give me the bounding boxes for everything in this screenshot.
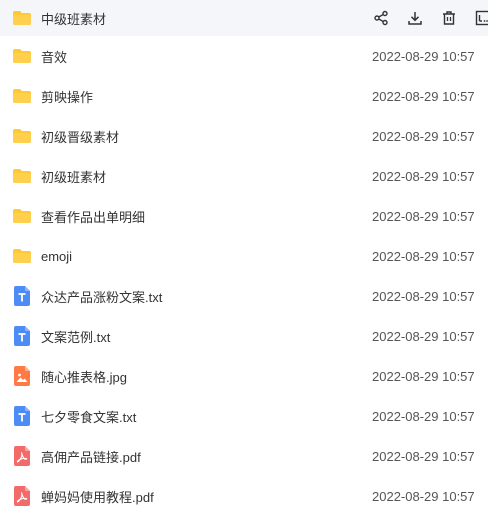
file-date: 2022-08-29 10:57: [372, 368, 475, 384]
file-row-4[interactable]: 初级班素材 2022-08-29 10:57: [0, 156, 488, 196]
image-file-icon: [12, 366, 32, 386]
file-row-6[interactable]: emoji 2022-08-29 10:57: [0, 236, 488, 276]
file-date: 2022-08-29 10:57: [372, 168, 475, 184]
file-name: 七夕零食文案.txt: [41, 409, 137, 425]
file-row-2[interactable]: 剪映操作 2022-08-29 10:57: [0, 76, 488, 116]
file-row-0[interactable]: 中级班素材: [0, 0, 488, 36]
file-name: 中级班素材: [41, 11, 107, 27]
file-date: 2022-08-29 10:57: [372, 488, 475, 504]
file-row-9[interactable]: 随心推表格.jpg 2022-08-29 10:57: [0, 356, 488, 396]
file-date: 2022-08-29 10:57: [372, 88, 475, 104]
file-row-1[interactable]: 音效 2022-08-29 10:57: [0, 36, 488, 76]
folder-icon: [12, 46, 32, 66]
file-name: 剪映操作: [41, 89, 94, 105]
share-icon[interactable]: [370, 8, 392, 28]
file-name: 高佣产品链接.pdf: [41, 449, 141, 465]
file-row-7[interactable]: 众达产品涨粉文案.txt 2022-08-29 10:57: [0, 276, 488, 316]
file-name: 众达产品涨粉文案.txt: [41, 289, 163, 305]
file-row-11[interactable]: 高佣产品链接.pdf 2022-08-29 10:57: [0, 436, 488, 476]
file-date: 2022-08-29 10:57: [372, 448, 475, 464]
more-icon[interactable]: [472, 8, 488, 28]
folder-icon: [12, 8, 32, 28]
file-row-12[interactable]: 蝉妈妈使用教程.pdf 2022-08-29 10:57: [0, 476, 488, 516]
file-row-8[interactable]: 文案范例.txt 2022-08-29 10:57: [0, 316, 488, 356]
delete-icon[interactable]: [438, 8, 460, 28]
file-date: 2022-08-29 10:57: [372, 248, 475, 264]
file-row-10[interactable]: 七夕零食文案.txt 2022-08-29 10:57: [0, 396, 488, 436]
file-name: 随心推表格.jpg: [41, 369, 127, 385]
file-date: 2022-08-29 10:57: [372, 288, 475, 304]
file-date: 2022-08-29 10:57: [372, 48, 475, 64]
row-actions: [370, 8, 488, 28]
file-date: 2022-08-29 10:57: [372, 208, 475, 224]
folder-icon: [12, 206, 32, 226]
txt-file-icon: [12, 406, 32, 426]
file-date: 2022-08-29 10:57: [372, 328, 475, 344]
folder-icon: [12, 246, 32, 266]
file-list: 中级班素材 音效 2022-08-29 10:57 剪映操作 2022-08-2…: [0, 0, 488, 516]
file-name: 初级晋级素材: [41, 129, 120, 145]
download-icon[interactable]: [404, 8, 426, 28]
file-name: 查看作品出单明细: [41, 209, 146, 225]
folder-icon: [12, 166, 32, 186]
folder-icon: [12, 86, 32, 106]
txt-file-icon: [12, 326, 32, 346]
file-name: 文案范例.txt: [41, 329, 111, 345]
file-name: 蝉妈妈使用教程.pdf: [41, 489, 154, 505]
txt-file-icon: [12, 286, 32, 306]
file-row-5[interactable]: 查看作品出单明细 2022-08-29 10:57: [0, 196, 488, 236]
file-date: 2022-08-29 10:57: [372, 408, 475, 424]
file-date: 2022-08-29 10:57: [372, 128, 475, 144]
pdf-file-icon: [12, 486, 32, 506]
file-name: 音效: [41, 49, 68, 65]
file-row-3[interactable]: 初级晋级素材 2022-08-29 10:57: [0, 116, 488, 156]
file-name: emoji: [41, 248, 73, 264]
pdf-file-icon: [12, 446, 32, 466]
file-name: 初级班素材: [41, 169, 107, 185]
folder-icon: [12, 126, 32, 146]
